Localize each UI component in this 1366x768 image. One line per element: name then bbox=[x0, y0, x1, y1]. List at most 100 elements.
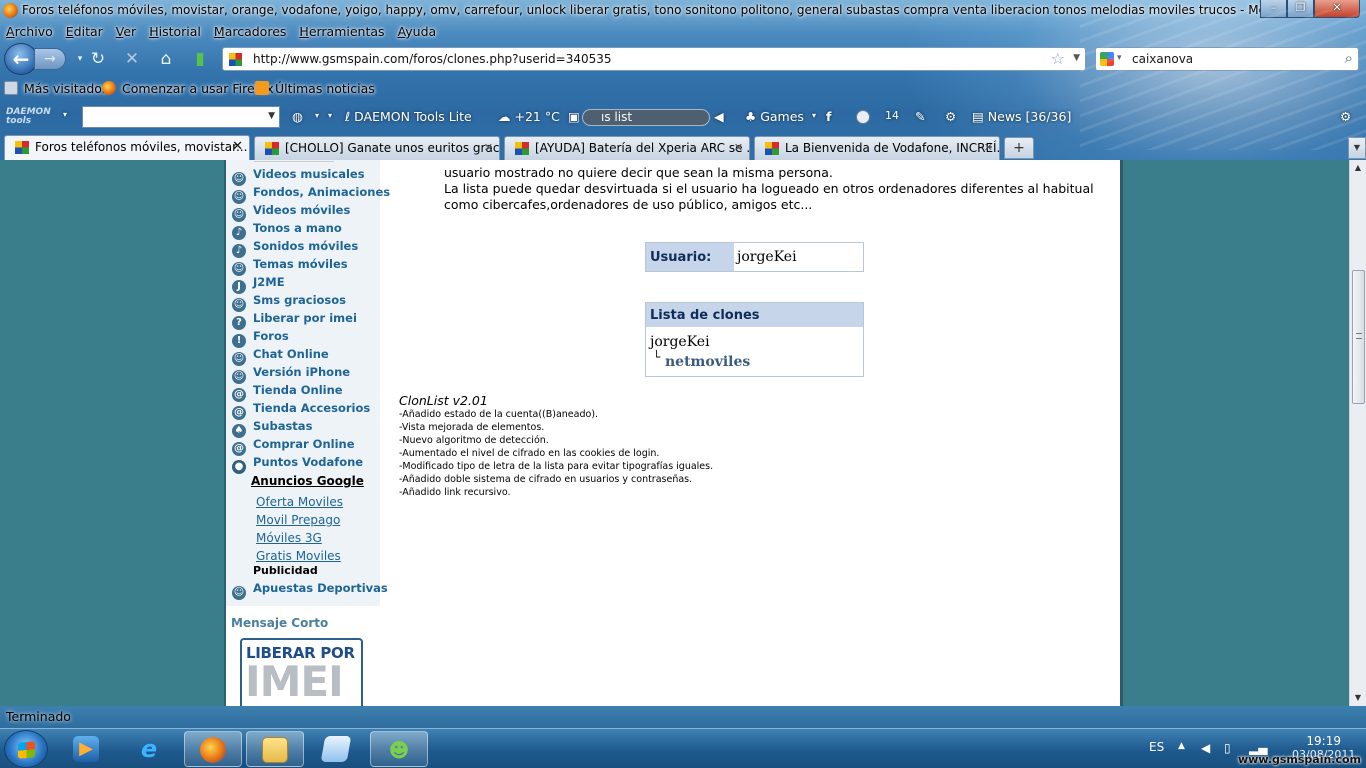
ad-link-oferta-moviles[interactable]: Oferta Moviles bbox=[256, 495, 343, 509]
sidebar-link-videos-moviles[interactable]: ☺ Videos móviles bbox=[232, 203, 350, 222]
combo-dropdown-icon[interactable]: ▼ bbox=[268, 111, 275, 121]
tools-icon[interactable]: ⚙ bbox=[945, 109, 956, 124]
tab-ayuda[interactable]: [AYUDA] Batería del Xperia ARC se ... ✕ bbox=[504, 136, 750, 160]
url-bar[interactable]: http://www.gsmspain.com/foros/clones.php… bbox=[222, 47, 1086, 71]
close-tab-icon[interactable]: ✕ bbox=[484, 141, 493, 154]
globe-icon[interactable]: ◍ bbox=[292, 109, 303, 124]
taskbar-internet-explorer[interactable]: e bbox=[121, 731, 179, 767]
forward-button[interactable]: → bbox=[34, 48, 66, 70]
search-bar[interactable]: ▾ caixanova ⌕ bbox=[1095, 47, 1359, 71]
close-tab-icon[interactable]: ✕ bbox=[734, 141, 743, 154]
tab-vodafone[interactable]: La Bienvenida de Vodafone, INCREÍ... ✕ bbox=[754, 136, 1000, 160]
scroll-up-arrow-icon[interactable]: ▲ bbox=[1350, 160, 1366, 176]
taskbar-notes-app[interactable] bbox=[308, 731, 366, 767]
menu-marcadores[interactable]: Marcadores bbox=[208, 22, 294, 42]
language-indicator[interactable]: ES bbox=[1149, 740, 1164, 754]
maximize-button[interactable]: ❐ bbox=[1287, 0, 1314, 18]
ads-title[interactable]: Anuncios Google bbox=[251, 474, 364, 488]
sidebar-link-comprar-online[interactable]: @ Comprar Online bbox=[232, 437, 355, 456]
sidebar-link-j2me[interactable]: J J2ME bbox=[232, 275, 285, 294]
bookmark-comenzar-firefox[interactable]: Comenzar a usar Firefox bbox=[102, 81, 274, 96]
sidebar-link-iphone[interactable]: ☺ Versión iPhone bbox=[232, 365, 350, 384]
volume-icon[interactable]: ◀ bbox=[1201, 741, 1210, 755]
menu-historial[interactable]: Historial bbox=[143, 22, 208, 42]
clone-sub-user-link[interactable]: netmoviles bbox=[665, 354, 750, 370]
taskbar-media-player[interactable]: ▶ bbox=[58, 731, 116, 767]
ad-link-movil-prepago[interactable]: Movil Prepago bbox=[256, 513, 340, 527]
sidebar-link-liberar[interactable]: ? Liberar por imei bbox=[232, 311, 357, 330]
scroll-down-arrow-icon[interactable]: ▼ bbox=[1350, 690, 1366, 706]
close-window-button[interactable]: ✕ bbox=[1314, 0, 1360, 18]
media-icon[interactable]: ▣ bbox=[568, 109, 580, 124]
history-dropdown-icon[interactable]: ▾ bbox=[70, 49, 90, 69]
sidebar-link-apuestas[interactable]: ☺ Apuestas Deportivas bbox=[232, 581, 388, 600]
calendar-icon[interactable]: 14 bbox=[885, 109, 899, 122]
minimize-button[interactable]: – bbox=[1260, 0, 1287, 18]
tab-list-button[interactable]: ▼ bbox=[1348, 137, 1366, 159]
vertical-scrollbar[interactable]: ▲ ▼ bbox=[1349, 160, 1366, 706]
search-input[interactable]: caixanova bbox=[1132, 52, 1193, 66]
power-icon[interactable]: ▯ bbox=[1224, 741, 1231, 755]
toolbar-search-combo[interactable]: ▼ bbox=[82, 106, 280, 128]
search-engine-dropdown-icon[interactable]: ▾ bbox=[1117, 53, 1122, 63]
bookmark-star-icon[interactable]: ☆ bbox=[1051, 49, 1065, 68]
search-icon[interactable]: ⌕ bbox=[1345, 49, 1353, 67]
menu-archivo[interactable]: Archivo bbox=[0, 22, 60, 42]
daemon-menu-chevron-icon[interactable]: ▾ bbox=[63, 110, 67, 119]
sidebar-link-puntos-vodafone[interactable]: ● Puntos Vodafone bbox=[232, 455, 363, 474]
taskbar-messenger[interactable]: ☻ bbox=[370, 731, 428, 767]
games-dropdown-icon[interactable]: ▾ bbox=[812, 111, 816, 120]
menu-herramientas[interactable]: Herramientas bbox=[293, 22, 391, 42]
games-button[interactable]: ♣ Games bbox=[745, 109, 804, 124]
separator-chevron-icon[interactable]: ▾ bbox=[328, 111, 332, 120]
ad-link-gratis-moviles[interactable]: Gratis Moviles bbox=[256, 549, 341, 563]
show-hidden-icons-icon[interactable]: ▲ bbox=[1178, 741, 1185, 751]
bookmark-mas-visitados[interactable]: Más visitados bbox=[4, 81, 108, 96]
tab-foros[interactable]: Foros teléfonos móviles, movistar... ✕ bbox=[4, 135, 250, 160]
google-icon[interactable] bbox=[1100, 52, 1114, 66]
stop-icon[interactable]: ✕ bbox=[122, 49, 142, 69]
clock-icon[interactable] bbox=[856, 110, 870, 124]
settings-gear-icon[interactable]: ⚙ bbox=[1340, 109, 1351, 124]
menu-ver[interactable]: Ver bbox=[110, 22, 143, 42]
url-dropdown-icon[interactable]: ▼ bbox=[1073, 53, 1080, 63]
taskbar-firefox[interactable] bbox=[184, 731, 242, 767]
notes-icon[interactable]: ✎ bbox=[915, 109, 925, 124]
sidebar-link-videos-musicales[interactable]: ☺ Videos musicales bbox=[232, 167, 365, 186]
liberar-imei-banner[interactable]: LIBERAR POR IMEI bbox=[240, 638, 363, 706]
close-tab-icon[interactable]: ✕ bbox=[984, 141, 993, 154]
sidebar-link-sms[interactable]: ☺ Sms graciosos bbox=[232, 293, 346, 312]
volume-icon[interactable]: ◀ bbox=[714, 109, 724, 124]
sidebar-link-tonos-a-mano[interactable]: ♪ Tonos a mano bbox=[232, 221, 342, 240]
daemon-logo[interactable]: DAEMON tools bbox=[6, 108, 60, 126]
sidebar-link-subastas[interactable]: ♠ Subastas bbox=[232, 419, 312, 438]
back-button[interactable]: ← bbox=[4, 43, 38, 75]
tab-chollo[interactable]: [CHOLLO] Ganate unos euritos grac... ✕ bbox=[254, 136, 500, 160]
bookmark-ultimas-noticias[interactable]: Últimas noticias bbox=[255, 81, 375, 96]
start-button[interactable] bbox=[4, 730, 48, 768]
menu-ayuda[interactable]: Ayuda bbox=[392, 22, 444, 42]
taskbar-explorer[interactable] bbox=[246, 731, 304, 767]
globe-dropdown-icon[interactable]: ▾ bbox=[315, 111, 319, 120]
sidebar-link-tienda-online[interactable]: @ Tienda Online bbox=[232, 383, 343, 402]
reload-icon[interactable]: ↻ bbox=[88, 49, 108, 69]
ad-link-moviles-3g[interactable]: Móviles 3G bbox=[256, 531, 322, 545]
playlist-combo[interactable]: ıs list bbox=[582, 109, 710, 126]
sidebar-link-sonidos[interactable]: ♪ Sonidos móviles bbox=[232, 239, 358, 258]
sidebar-link-tienda-accesorios[interactable]: @ Tienda Accesorios bbox=[232, 401, 370, 420]
sidebar-link-fondos[interactable]: ☺ Fondos, Animaciones bbox=[232, 185, 390, 204]
signal-bars-icon[interactable]: ▮ bbox=[190, 49, 210, 69]
sidebar-link-temas[interactable]: ☺ Temas móviles bbox=[232, 257, 348, 276]
close-tab-icon[interactable]: ✕ bbox=[232, 139, 243, 154]
daemon-tools-lite-button[interactable]: ℓ DAEMON Tools Lite bbox=[345, 109, 472, 124]
weather-button[interactable]: ☁ +21 °C bbox=[498, 109, 560, 124]
menu-editar[interactable]: Editar bbox=[60, 22, 110, 42]
scrollbar-thumb[interactable] bbox=[1352, 270, 1365, 404]
news-button[interactable]: ▤ News [36/36] bbox=[972, 109, 1071, 124]
sidebar-link-chat[interactable]: ☺ Chat Online bbox=[232, 347, 329, 366]
facebook-icon[interactable]: f bbox=[826, 109, 831, 124]
url-text[interactable]: http://www.gsmspain.com/foros/clones.php… bbox=[253, 52, 612, 66]
home-icon[interactable]: ⌂ bbox=[156, 49, 176, 69]
sidebar-link-foros[interactable]: ! Foros bbox=[232, 329, 289, 348]
new-tab-button[interactable]: + bbox=[1004, 137, 1034, 159]
